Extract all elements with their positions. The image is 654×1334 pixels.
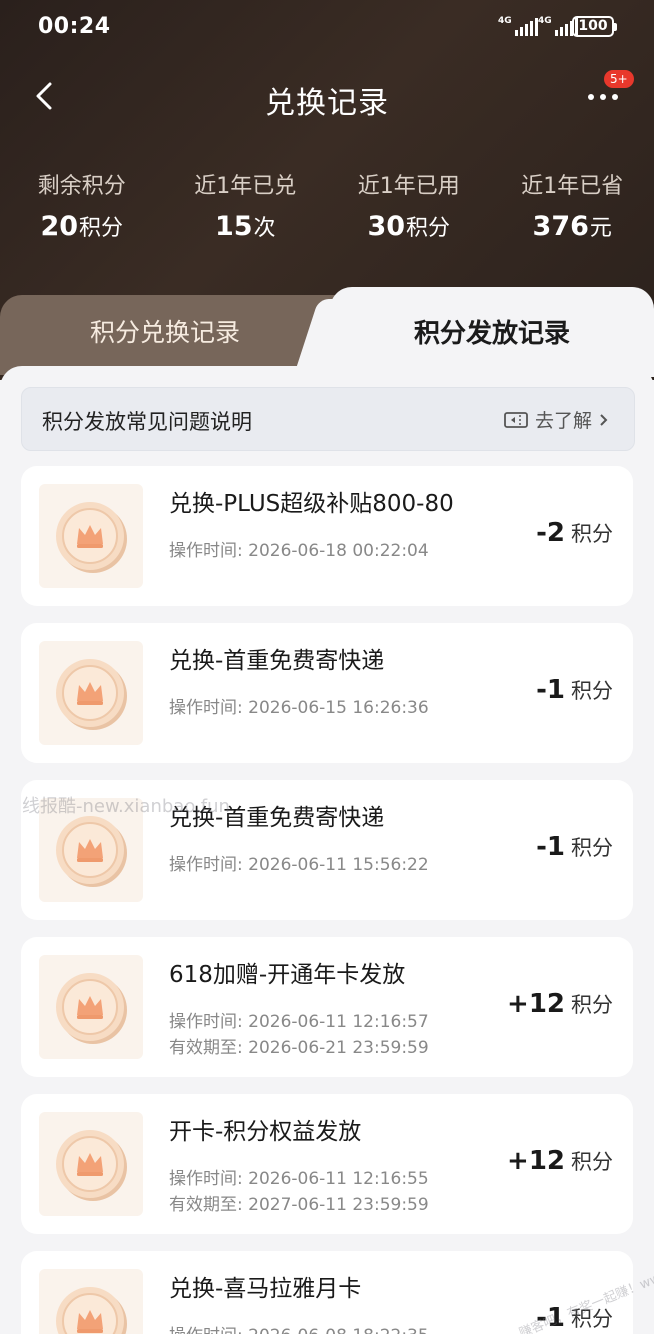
record-expiry: 有效期至: 2026-06-21 23:59:59 [169,1038,429,1058]
crown-coin-icon [56,973,127,1044]
stat-remaining-points: 剩余积分 20积分 [0,168,164,242]
status-bar: 00:24 4G 4G 100 [0,0,654,56]
record-points: +12 积分 [507,1146,613,1176]
record-expiry: 有效期至: 2027-06-11 23:59:59 [169,1195,429,1215]
signal-icon: 4G [498,16,538,36]
record-card[interactable]: 开卡-积分权益发放操作时间: 2026-06-11 12:16:55 有效期至: … [21,1094,633,1234]
tab-label: 积分发放记录 [413,319,570,349]
stat-redeemed-count: 近1年已兑 15次 [164,168,328,242]
record-time: 操作时间: 2026-06-11 12:16:55 [169,1169,429,1189]
faq-banner[interactable]: 积分发放常见问题说明 去了解 [21,387,635,451]
faq-learn-more-link[interactable]: 去了解 [503,406,610,433]
record-title: 兑换-喜马拉雅月卡 [169,1276,362,1302]
ticket-icon [504,411,528,428]
more-dots-icon [588,94,594,100]
stat-used-points: 近1年已用 30积分 [327,168,491,242]
record-thumbnail [39,641,143,745]
stat-value: 15次 [214,211,276,242]
nav-bar: 兑换记录 [0,60,654,132]
record-thumbnail [39,1112,143,1216]
notification-badge: 5+ [604,70,634,88]
crown-coin-icon [56,1287,127,1334]
record-card[interactable]: 618加赠-开通年卡发放操作时间: 2026-06-11 12:16:57 有效期… [21,937,633,1077]
stat-label: 近1年已省 [521,174,624,199]
tab-label: 积分兑换记录 [89,318,240,347]
record-time: 操作时间: 2026-06-18 00:22:04 [169,541,429,561]
record-points: -1 积分 [536,832,613,862]
tab-issue-records[interactable]: 积分发放记录 [330,287,654,377]
record-title: 兑换-首重免费寄快递 [169,648,385,674]
stat-value: 376元 [532,211,612,242]
record-card[interactable]: 兑换-首重免费寄快递操作时间: 2026-06-15 16:26:36 -1 积分 [21,623,633,763]
stats-row: 剩余积分 20积分 近1年已兑 15次 近1年已用 30积分 近1年已省 376… [0,168,654,242]
stat-label: 剩余积分 [37,174,126,199]
crown-coin-icon [56,502,127,573]
network-type-label: 4G [498,16,512,26]
crown-coin-icon [56,1130,127,1201]
stat-value: 20积分 [40,211,124,242]
record-title: 开卡-积分权益发放 [169,1119,362,1145]
record-points: -1 积分 [536,675,613,705]
crown-coin-icon [56,659,127,730]
faq-text: 积分发放常见问题说明 [42,410,252,434]
record-title: 618加赠-开通年卡发放 [169,962,406,988]
network-type-label: 4G [538,16,552,26]
stat-value: 30积分 [367,211,451,242]
record-points: -2 积分 [536,518,613,548]
chevron-right-icon [600,413,608,426]
record-card[interactable]: 兑换-PLUS超级补贴800-80 操作时间: 2026-06-18 00:22:… [21,466,633,606]
record-thumbnail [39,955,143,1059]
record-title: 兑换-PLUS超级补贴800-80 [169,491,454,517]
record-time: 操作时间: 2026-06-11 15:56:22 [169,855,429,875]
record-time: 操作时间: 2026-06-11 12:16:57 [169,1012,429,1032]
tab-redeem-records[interactable]: 积分兑换记录 [0,295,340,375]
status-time: 00:24 [38,14,111,39]
record-thumbnail [39,1269,143,1334]
battery-icon: 100 [572,16,617,37]
page-title: 兑换记录 [265,86,389,121]
record-time: 操作时间: 2026-06-08 18:22:35 [169,1321,429,1334]
record-points: +12 积分 [507,989,613,1019]
stat-saved-amount: 近1年已省 376元 [491,168,654,242]
crown-coin-icon [56,816,127,887]
record-time: 操作时间: 2026-06-15 16:26:36 [169,698,429,718]
faq-link-label: 去了解 [534,410,592,432]
stat-label: 近1年已兑 [194,174,297,199]
record-thumbnail [39,484,143,588]
records-content: 积分发放常见问题说明 去了解 兑换-PLUS超级补贴800-80 操作时间: 20… [0,366,654,1334]
stat-label: 近1年已用 [357,174,460,199]
watermark-text: 线报酷-new.xianbao.fun [22,796,230,817]
